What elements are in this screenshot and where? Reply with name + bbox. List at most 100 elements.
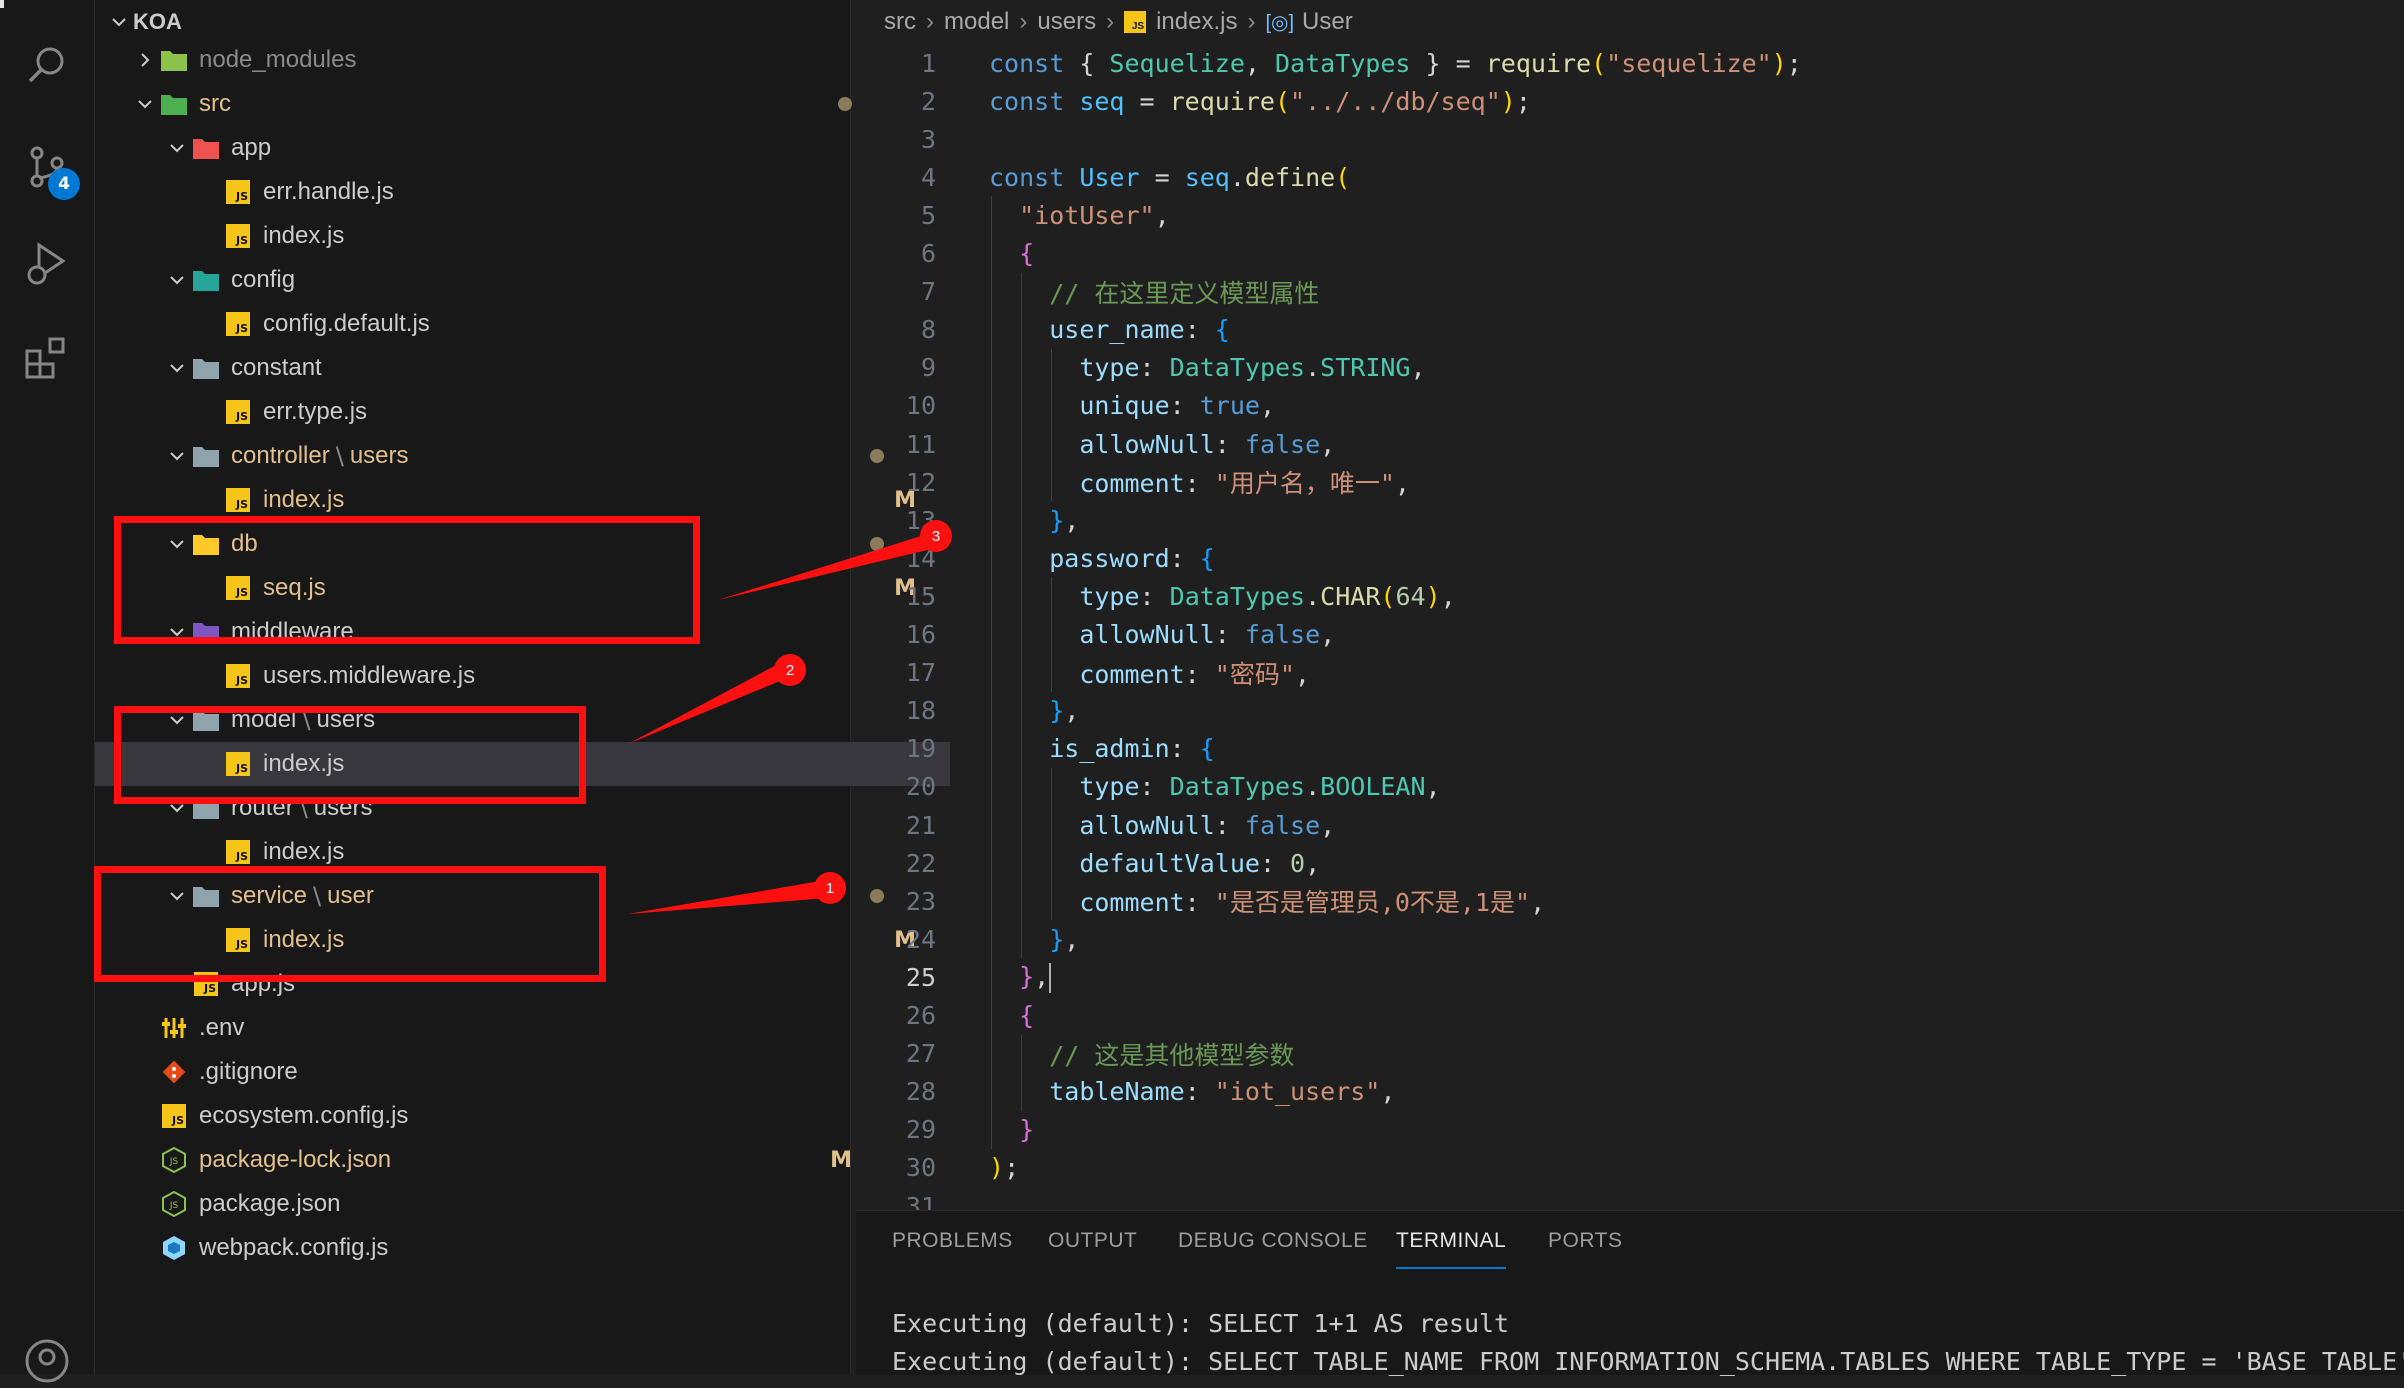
- git-file-icon: [159, 1057, 189, 1087]
- line-number: 6: [920, 239, 936, 268]
- tree-folder[interactable]: constant: [95, 346, 918, 390]
- code-line: 16 allowNull: false,: [856, 616, 1335, 654]
- line-number: 28: [905, 1077, 936, 1107]
- code-line: 19 is_admin: {: [856, 730, 1215, 768]
- breadcrumb-item[interactable]: src: [884, 8, 916, 36]
- code-text: const seq = require("../../db/seq");: [989, 86, 1531, 116]
- tree-folder[interactable]: config: [95, 258, 918, 302]
- line-number: 24: [905, 924, 936, 954]
- breadcrumb-item[interactable]: index.js: [1156, 8, 1237, 36]
- code-text: );: [989, 1153, 1020, 1183]
- code-text: },: [1049, 924, 1080, 954]
- folder-icon: [159, 45, 189, 75]
- code-line: 15 type: DataTypes.CHAR(64),: [856, 577, 1456, 615]
- line-number: 12: [905, 467, 936, 497]
- js-file-icon: JS: [223, 485, 253, 515]
- account-icon[interactable]: [20, 1334, 74, 1388]
- tree-file[interactable]: .gitignore: [95, 1050, 886, 1094]
- bottom-panel: PROBLEMS OUTPUT DEBUG CONSOLE TERMINAL P…: [856, 1210, 2404, 1376]
- line-number: 19: [905, 734, 936, 764]
- tab-problems[interactable]: PROBLEMS: [892, 1229, 1013, 1253]
- active-indicator: [0, 0, 4, 8]
- line-number: 16: [905, 620, 936, 649]
- code-line: 9 type: DataTypes.STRING,: [856, 349, 1426, 387]
- tree-item-label: node_modules: [199, 46, 357, 73]
- tree-item-label: config: [231, 266, 296, 293]
- line-number: 15: [905, 581, 936, 611]
- chevron-down-icon: [105, 8, 133, 36]
- tree-file[interactable]: JS package-lock.json M: [95, 1138, 886, 1182]
- tree-file[interactable]: JS ecosystem.config.js: [95, 1094, 886, 1138]
- webpack-file-icon: [159, 1233, 189, 1263]
- tab-ports[interactable]: PORTS: [1548, 1229, 1622, 1253]
- annotation-number-3: 3: [920, 520, 952, 552]
- js-file-icon: JS: [223, 397, 253, 427]
- chevron-down-icon: [163, 134, 191, 162]
- code-text: tableName: "iot_users",: [1049, 1077, 1396, 1107]
- extensions-icon[interactable]: [20, 332, 74, 386]
- breadcrumb-item[interactable]: users: [1037, 8, 1096, 36]
- line-number: 31: [905, 1191, 936, 1211]
- tree-item-label: controller: [231, 442, 330, 469]
- run-debug-icon[interactable]: [20, 236, 74, 290]
- tree-file[interactable]: JS package.json: [95, 1182, 886, 1226]
- tree-folder[interactable]: app: [95, 126, 918, 170]
- code-line: 6 {: [856, 235, 1034, 273]
- code-text: const { Sequelize, DataTypes } = require…: [989, 48, 1802, 78]
- tree-file[interactable]: JS index.js: [95, 214, 950, 258]
- line-number: 21: [905, 810, 936, 840]
- code-line: 8 user_name: {: [856, 311, 1230, 349]
- code-line: 26 {: [856, 997, 1034, 1035]
- tree-file[interactable]: .env: [95, 1006, 886, 1050]
- tree-folder[interactable]: src: [95, 82, 886, 126]
- line-number: 27: [905, 1039, 936, 1069]
- tab-terminal[interactable]: TERMINAL: [1396, 1229, 1507, 1269]
- indent-guide: [1021, 272, 1023, 959]
- js-file-icon: JS: [223, 661, 253, 691]
- breadcrumb-item[interactable]: User: [1302, 8, 1353, 36]
- code-editor[interactable]: 1 const { Sequelize, DataTypes } = requir…: [856, 42, 2404, 1211]
- tree-file[interactable]: JS err.handle.js: [95, 170, 950, 214]
- code-text: type: DataTypes.CHAR(64),: [1079, 581, 1456, 611]
- code-line: 23 comment: "是否是管理员,0不是,1是",: [856, 882, 1545, 920]
- code-line: 11 allowNull: false,: [856, 425, 1335, 463]
- tree-item-label: package-lock.json: [199, 1146, 392, 1173]
- nodejs-file-icon: JS: [159, 1189, 189, 1219]
- code-text: type: DataTypes.STRING,: [1079, 353, 1426, 383]
- search-icon[interactable]: [20, 38, 74, 92]
- tree-item-label: err.type.js: [263, 398, 368, 425]
- folder-icon: [191, 265, 221, 295]
- tree-file[interactable]: JS config.default.js: [95, 302, 950, 346]
- code-line: 20 type: DataTypes.BOOLEAN,: [856, 768, 1441, 806]
- scm-badge: 4: [48, 168, 80, 200]
- line-number: 10: [905, 391, 936, 421]
- chevron-down-icon: [131, 90, 159, 118]
- code-text: // 在这里定义模型属性: [1049, 278, 1320, 308]
- modified-dot-icon: [838, 97, 852, 111]
- code-line: 29 }: [856, 1111, 1034, 1149]
- tree-item-label: err.handle.js: [263, 178, 394, 205]
- code-line: 24 },: [856, 920, 1079, 958]
- code-text: type: DataTypes.BOOLEAN,: [1079, 772, 1441, 802]
- tree-folder[interactable]: node_modules: [95, 38, 886, 82]
- tree-file[interactable]: JS err.type.js: [95, 390, 950, 434]
- js-file-icon: JS: [159, 1101, 189, 1131]
- breadcrumb-item[interactable]: model: [944, 8, 1009, 36]
- tree-file[interactable]: webpack.config.js: [95, 1226, 886, 1270]
- tab-output[interactable]: OUTPUT: [1048, 1229, 1137, 1253]
- code-text: unique: true,: [1079, 391, 1276, 421]
- tree-item-label: webpack.config.js: [199, 1234, 389, 1261]
- indent-guide: [1051, 577, 1053, 692]
- tree-item-label: app: [231, 134, 272, 161]
- tree-item-label: src: [199, 90, 231, 117]
- tab-debug-console[interactable]: DEBUG CONSOLE: [1178, 1229, 1368, 1253]
- tree-folder[interactable]: controller \ users: [95, 434, 918, 478]
- tree-file[interactable]: JS users.middleware.js: [95, 654, 950, 698]
- chevron-right-icon: ›: [926, 8, 934, 35]
